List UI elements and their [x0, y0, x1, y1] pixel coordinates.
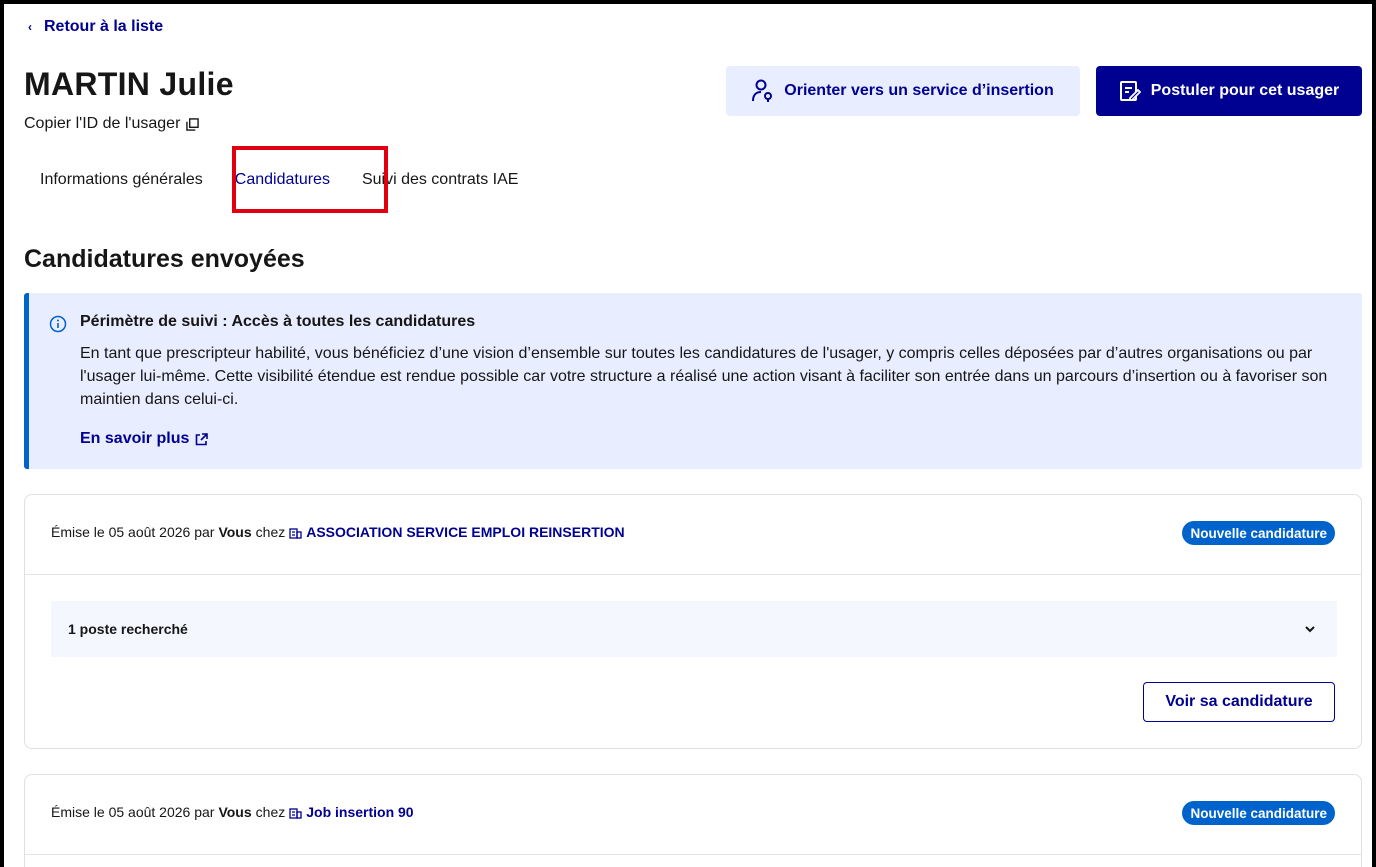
chevron-down-icon	[1305, 626, 1315, 633]
info-notice: Périmètre de suivi : Accès à toutes les …	[24, 293, 1362, 469]
sent-date: Émise le 05 août 2026 par	[51, 524, 215, 540]
copy-id-label: Copier l'ID de l'usager	[24, 115, 181, 132]
sender: Vous	[218, 524, 252, 540]
tab-applications[interactable]: Candidatures	[219, 150, 346, 210]
view-application-button[interactable]: Voir sa candidature	[1143, 682, 1335, 722]
page-title: MARTIN Julie	[24, 66, 234, 102]
tab-general-info[interactable]: Informations générales	[24, 150, 219, 210]
back-to-list-link[interactable]: ‹ Retour à la liste	[28, 18, 163, 36]
application-card: Émise le 05 août 2026 par Vous chez ASSO…	[24, 494, 1362, 749]
application-card-header: Émise le 05 août 2026 par Vous chez Job …	[25, 775, 1361, 855]
notice-body: En tant que prescripteur habilité, vous …	[80, 345, 1328, 408]
user-location-icon	[752, 79, 773, 102]
application-card: Émise le 05 août 2026 par Vous chez Job …	[24, 774, 1362, 867]
info-icon	[49, 315, 67, 333]
apply-for-user-button[interactable]: Postuler pour cet usager	[1096, 66, 1362, 116]
at-label: chez	[255, 804, 286, 820]
section-title: Candidatures envoyées	[24, 245, 305, 273]
chevron-left-icon: ‹	[28, 20, 32, 34]
positions-label: 1 poste recherché	[68, 621, 188, 637]
building-icon	[289, 807, 302, 819]
sender: Vous	[218, 804, 252, 820]
status-badge: Nouvelle candidature	[1182, 801, 1335, 825]
learn-more-link[interactable]: En savoir plus	[80, 430, 209, 448]
orient-service-label: Orienter vers un service d’insertion	[784, 82, 1054, 99]
tab-iae-contracts[interactable]: Suivi des contrats IAE	[346, 150, 535, 210]
tab-list: Informations générales Candidatures Suiv…	[24, 150, 534, 210]
application-meta: Émise le 05 août 2026 par Vous chez ASSO…	[51, 524, 625, 540]
notice-title: Périmètre de suivi : Accès à toutes les …	[80, 313, 476, 330]
orient-service-button[interactable]: Orienter vers un service d’insertion	[726, 66, 1080, 116]
application-card-header: Émise le 05 août 2026 par Vous chez ASSO…	[25, 495, 1361, 575]
status-badge: Nouvelle candidature	[1182, 521, 1335, 545]
copy-id-button[interactable]: Copier l'ID de l'usager	[24, 115, 200, 133]
sent-date: Émise le 05 août 2026 par	[51, 804, 215, 820]
organization-link[interactable]: Job insertion 90	[306, 804, 413, 820]
learn-more-label: En savoir plus	[80, 430, 190, 447]
application-meta: Émise le 05 août 2026 par Vous chez Job …	[51, 804, 414, 820]
at-label: chez	[255, 524, 286, 540]
copy-icon	[186, 117, 200, 131]
edit-document-icon	[1119, 81, 1141, 101]
back-link-label: Retour à la liste	[44, 18, 164, 35]
apply-for-user-label: Postuler pour cet usager	[1150, 82, 1340, 99]
building-icon	[289, 527, 302, 539]
organization-link[interactable]: ASSOCIATION SERVICE EMPLOI REINSERTION	[306, 524, 624, 540]
external-link-icon	[196, 432, 209, 445]
positions-accordion[interactable]: 1 poste recherché	[51, 601, 1337, 657]
